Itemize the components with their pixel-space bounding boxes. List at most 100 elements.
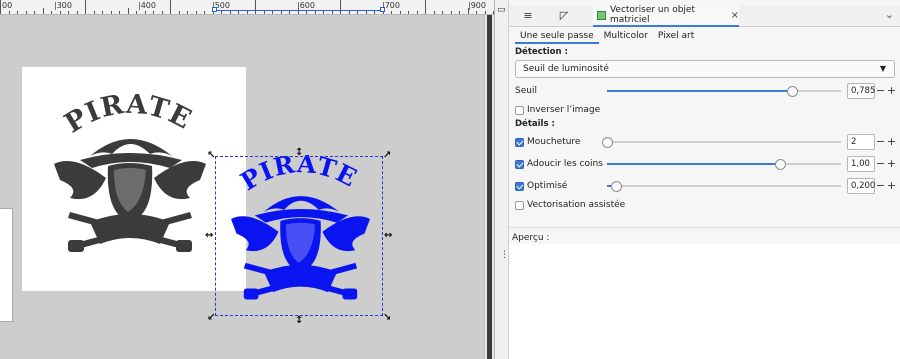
decrement-button[interactable]: −: [875, 157, 886, 171]
logo-title: PIRATES: [50, 94, 197, 140]
slider-knob[interactable]: [786, 86, 798, 97]
slider-track: [607, 185, 841, 187]
align-icon[interactable]: ≡: [519, 7, 537, 25]
scale-handle-bottom-left[interactable]: ↙: [207, 313, 215, 323]
assisted-label: Vectorisation assistée: [527, 200, 626, 210]
decrement-button[interactable]: −: [875, 135, 886, 149]
increment-button[interactable]: +: [886, 157, 897, 171]
ruler-tick: [365, 11, 367, 14]
optimize-spinbox[interactable]: 0,200 − +: [847, 178, 897, 194]
scale-handle-top[interactable]: ↕: [295, 148, 303, 158]
decrement-button[interactable]: −: [875, 84, 886, 98]
invert-checkbox[interactable]: [515, 105, 524, 115]
edit-path-icon[interactable]: ◸: [555, 7, 573, 25]
ruler-tick: [357, 11, 358, 14]
smooth-label: Adoucir les coins: [527, 159, 603, 169]
optimize-value[interactable]: 0,200: [847, 178, 875, 194]
preview-label: Aperçu :: [512, 233, 550, 243]
dock-icon[interactable]: ▭: [497, 5, 506, 15]
smooth-corners-slider[interactable]: [607, 159, 841, 170]
dialog-tab-bar: ≡ ◸ Vectoriser un objet matriciel × ⌄: [509, 5, 900, 27]
ruler-tick: [306, 11, 307, 14]
ruler-tick: [76, 11, 78, 14]
increment-button[interactable]: +: [886, 135, 897, 149]
ruler-tick: [127, 8, 129, 14]
invert-label: Inverser l’image: [527, 105, 601, 115]
scrollbar-thumb[interactable]: [487, 15, 492, 359]
ruler-tick: [289, 11, 290, 14]
preview-area: [509, 244, 900, 359]
ruler-tick: [255, 0, 256, 14]
scale-handle-bottom[interactable]: ↕: [295, 316, 303, 326]
slider-knob[interactable]: [611, 181, 623, 192]
selection-bounding-box[interactable]: [215, 156, 383, 316]
ruler-tick: [467, 8, 469, 14]
threshold-label: Seuil: [515, 86, 537, 96]
increment-button[interactable]: +: [886, 84, 897, 98]
chevron-down-icon[interactable]: ⌄: [885, 8, 894, 21]
scale-handle-top-right[interactable]: ↗: [383, 151, 391, 161]
ruler-tick: [476, 11, 477, 14]
optimize-slider[interactable]: [607, 181, 841, 192]
ruler-label: 00: [2, 1, 13, 10]
scale-handle-right[interactable]: ↔: [384, 231, 392, 241]
ruler-tick: [93, 11, 95, 14]
speckles-slider[interactable]: [602, 137, 841, 148]
splitter-grip-icon[interactable]: ⋮: [500, 250, 509, 260]
speckles-value[interactable]: 2: [847, 134, 875, 150]
decrement-button[interactable]: −: [875, 179, 886, 193]
tab-title: Vectoriser un objet matriciel: [609, 5, 695, 25]
close-icon[interactable]: ×: [731, 10, 739, 21]
bitmap-logo[interactable]: PIRATES: [50, 94, 210, 269]
dock-splitter[interactable]: ▭ ⋮: [494, 0, 509, 359]
ruler-label: |300: [54, 1, 72, 10]
scale-handle-top-left[interactable]: ↖: [207, 151, 215, 161]
speckles-option[interactable]: Moucheture: [515, 137, 580, 147]
speckles-spinbox[interactable]: 2 − +: [847, 134, 897, 150]
speckles-checkbox[interactable]: [515, 137, 524, 147]
threshold-value[interactable]: 0,785: [847, 83, 875, 99]
ruler-tick: [34, 11, 35, 14]
assisted-trace-option[interactable]: Vectorisation assistée: [515, 200, 625, 210]
optimize-checkbox[interactable]: [515, 181, 524, 191]
tab-trace-bitmap[interactable]: Vectoriser un objet matriciel ×: [593, 5, 739, 27]
ruler-tick: [408, 11, 409, 14]
optimize-option[interactable]: Optimisé: [515, 181, 567, 191]
ruler-selection-start: [212, 7, 217, 12]
scale-handle-left[interactable]: ↔: [205, 231, 213, 241]
invert-image-option[interactable]: Inverser l’image: [515, 105, 600, 115]
ruler-tick: [399, 11, 401, 14]
ruler-tick: [178, 11, 180, 14]
threshold-text: Seuil: [515, 86, 537, 96]
detection-mode-select[interactable]: Seuil de luminosité ▼: [515, 60, 895, 78]
increment-button[interactable]: +: [886, 179, 897, 193]
ruler-tick: [348, 11, 350, 14]
ruler-tick: [102, 11, 103, 14]
smooth-checkbox[interactable]: [515, 159, 524, 169]
vertical-scrollbar[interactable]: [484, 15, 494, 359]
tab-single-scan[interactable]: Une seule passe: [515, 30, 599, 44]
ruler-tick: [238, 11, 239, 14]
ruler-selection-end: [380, 7, 385, 12]
ruler-tick: [323, 11, 324, 14]
ruler-tick: [297, 8, 299, 14]
smooth-value[interactable]: 1,00: [847, 156, 875, 172]
assisted-checkbox[interactable]: [515, 200, 524, 210]
ruler-tick: [68, 11, 69, 14]
canvas-area[interactable]: 00 |300 |400 |500 |600 |700 |900 PIRATES…: [0, 0, 494, 359]
smooth-corners-option[interactable]: Adoucir les coins: [515, 159, 603, 169]
ruler-tick: [161, 11, 163, 14]
smooth-corners-spinbox[interactable]: 1,00 − +: [847, 156, 897, 172]
scale-handle-bottom-right[interactable]: ↘: [383, 313, 391, 323]
threshold-spinbox[interactable]: 0,785 − +: [847, 83, 897, 99]
ruler-tick: [484, 11, 486, 14]
right-wing: [154, 161, 206, 200]
ruler-label: |600: [297, 1, 315, 10]
detection-heading: Détection :: [515, 47, 568, 57]
tab-pixel-art[interactable]: Pixel art: [653, 30, 699, 44]
slider-knob[interactable]: [602, 137, 613, 148]
slider-knob[interactable]: [775, 159, 787, 170]
sword-hilt-left: [68, 240, 84, 252]
threshold-slider[interactable]: [607, 86, 841, 97]
tab-multicolor[interactable]: Multicolor: [599, 30, 653, 44]
